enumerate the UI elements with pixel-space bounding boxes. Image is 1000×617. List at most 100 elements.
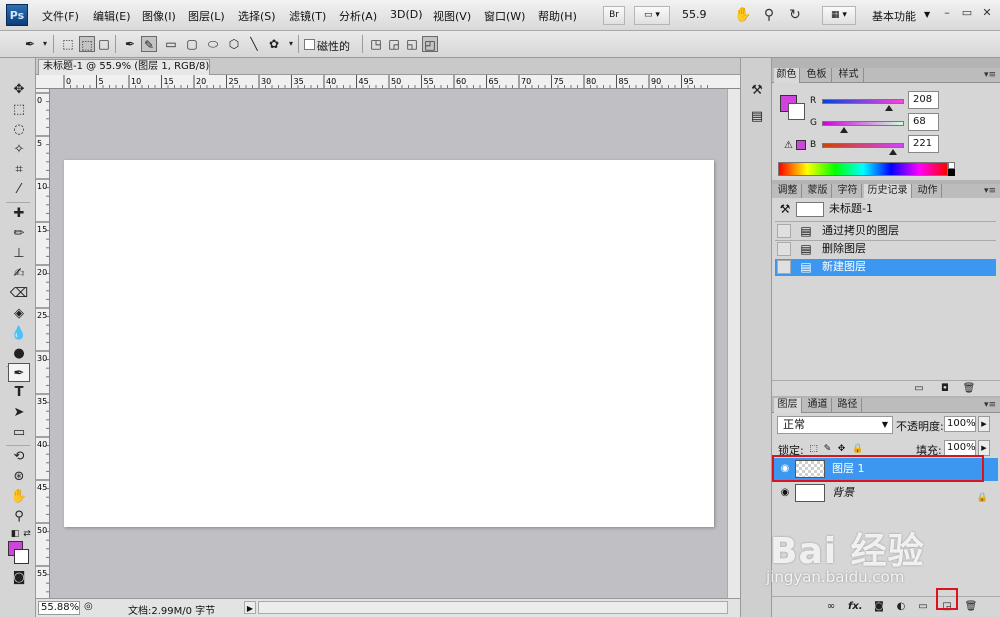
- type-tool-icon[interactable]: T: [8, 383, 30, 402]
- lasso-tool-icon[interactable]: ◌: [8, 120, 30, 139]
- menu-image[interactable]: 图像(I): [142, 8, 176, 24]
- tab-layers[interactable]: 图层: [774, 398, 802, 413]
- menu-select[interactable]: 选择(S): [238, 8, 276, 24]
- opacity-arrow-icon[interactable]: ▶: [978, 416, 990, 432]
- menu-3d[interactable]: 3D(D): [390, 8, 423, 21]
- color-spectrum-bar[interactable]: [778, 162, 948, 176]
- document-canvas[interactable]: [64, 160, 714, 527]
- tab-paths[interactable]: 路径: [834, 398, 862, 413]
- delete-state-icon[interactable]: 🗑: [962, 382, 976, 396]
- new-group-icon[interactable]: ▭: [916, 600, 930, 614]
- eye-icon[interactable]: ◉: [778, 486, 792, 500]
- menu-file[interactable]: 文件(F): [42, 8, 79, 24]
- blue-value-field[interactable]: 221: [908, 135, 939, 153]
- hand-tool-icon[interactable]: ✋: [734, 6, 752, 24]
- document-tab[interactable]: 未标题-1 @ 55.9% (图层 1, RGB/8) *: [38, 59, 210, 75]
- history-states-dock-icon[interactable]: ⚒: [748, 82, 766, 100]
- background-color-swatch[interactable]: [14, 549, 29, 564]
- fill-arrow-icon[interactable]: ▶: [978, 440, 990, 456]
- color-background-swatch[interactable]: [788, 103, 805, 120]
- blue-slider-track[interactable]: [822, 143, 904, 148]
- fill-pixels-icon[interactable]: □: [96, 36, 112, 52]
- magic-wand-tool-icon[interactable]: ✧: [8, 140, 30, 159]
- healing-brush-tool-icon[interactable]: ✚: [8, 204, 30, 223]
- panel-menu-icon[interactable]: ▾≡: [984, 400, 996, 410]
- bridge-button[interactable]: Br: [603, 6, 625, 25]
- red-value-field[interactable]: 208: [908, 91, 939, 109]
- subtract-path-area-icon[interactable]: ◲: [386, 36, 402, 52]
- ellipse-shape-icon[interactable]: ⬭: [205, 36, 221, 52]
- rectangle-tool-icon[interactable]: ▭: [8, 423, 30, 442]
- tab-history[interactable]: 历史记录: [864, 184, 912, 199]
- spectrum-white-swatch[interactable]: [948, 162, 955, 169]
- tab-swatches[interactable]: 色板: [802, 68, 832, 83]
- geometry-options-chevron-icon[interactable]: ▾: [283, 36, 299, 52]
- history-source-checkbox[interactable]: [777, 224, 791, 238]
- menu-edit[interactable]: 编辑(E): [93, 8, 131, 24]
- layer-style-icon[interactable]: fx.: [848, 600, 863, 614]
- snapshot-brush-icon[interactable]: ⚒: [778, 202, 792, 217]
- green-slider-track[interactable]: [822, 121, 904, 126]
- vertical-scrollbar[interactable]: [727, 89, 740, 598]
- freeform-pen-tool-icon[interactable]: ✒: [8, 363, 30, 382]
- menu-filter[interactable]: 滤镜(T): [289, 8, 326, 24]
- history-source-checkbox[interactable]: [777, 260, 791, 274]
- status-menu-arrow-icon[interactable]: ▶: [244, 601, 256, 614]
- rectangle-shape-icon[interactable]: ▭: [163, 36, 179, 52]
- workspace-chevron-icon[interactable]: ▼: [924, 10, 930, 19]
- exclude-path-area-icon[interactable]: ◰: [422, 36, 438, 52]
- crop-tool-icon[interactable]: ⌗: [8, 160, 30, 179]
- dodge-tool-icon[interactable]: ●: [8, 344, 30, 363]
- spectrum-black-swatch[interactable]: [948, 169, 955, 176]
- canvas-workspace[interactable]: [50, 89, 727, 598]
- eyedropper-tool-icon[interactable]: ⁄: [8, 180, 30, 199]
- delete-layer-icon[interactable]: 🗑: [964, 600, 978, 614]
- layer-row[interactable]: ◉ 背景 🔒: [774, 482, 998, 505]
- link-layers-icon[interactable]: ∞: [824, 600, 838, 614]
- paths-mode-icon[interactable]: ⬚: [79, 36, 95, 52]
- arrange-documents-icon[interactable]: ▦ ▾: [822, 6, 856, 25]
- red-slider-thumb[interactable]: [884, 105, 893, 111]
- red-slider-track[interactable]: [822, 99, 904, 104]
- history-state-row[interactable]: ▤ 删除图层: [775, 241, 996, 258]
- layer-name[interactable]: 背景: [832, 482, 854, 504]
- blend-mode-select[interactable]: 正常 ▼: [777, 416, 893, 434]
- custom-shape-icon[interactable]: ✿: [266, 36, 282, 52]
- horizontal-scrollbar[interactable]: [258, 601, 728, 614]
- opacity-input[interactable]: 100%: [944, 416, 976, 432]
- history-state-row-selected[interactable]: ▤ 新建图层: [775, 259, 996, 276]
- rounded-rectangle-icon[interactable]: ▢: [184, 36, 200, 52]
- workspace-switcher[interactable]: 基本功能: [872, 8, 916, 24]
- quick-mask-icon[interactable]: ◙: [8, 568, 30, 587]
- tab-character[interactable]: 字符: [834, 184, 862, 199]
- zoom-input[interactable]: 55.88%: [38, 601, 80, 615]
- close-icon[interactable]: ✕: [980, 6, 994, 20]
- screen-mode-icon[interactable]: ▭ ▾: [634, 6, 670, 25]
- clone-stamp-tool-icon[interactable]: ⊥: [8, 244, 30, 263]
- menu-window[interactable]: 窗口(W): [484, 8, 525, 24]
- lock-all-icon[interactable]: 🔒: [852, 443, 863, 455]
- preset-chevron-icon[interactable]: ▾: [37, 36, 53, 52]
- brush-tool-icon[interactable]: ✏: [8, 224, 30, 243]
- paint-bucket-tool-icon[interactable]: ◈: [8, 304, 30, 323]
- lock-image-icon[interactable]: ✎: [822, 443, 833, 455]
- new-snapshot-icon[interactable]: ◘: [938, 382, 952, 396]
- fill-input[interactable]: 100%: [944, 440, 976, 456]
- status-info-icon[interactable]: ◎: [84, 601, 93, 612]
- maximize-icon[interactable]: ▭: [960, 6, 974, 20]
- pen-tool-option-icon[interactable]: ✒: [122, 36, 138, 52]
- panel-menu-icon[interactable]: ▾≡: [984, 70, 996, 80]
- intersect-path-area-icon[interactable]: ◱: [404, 36, 420, 52]
- magnetic-checkbox[interactable]: [304, 39, 315, 50]
- polygon-shape-icon[interactable]: ⬡: [226, 36, 242, 52]
- blur-tool-icon[interactable]: 💧: [8, 324, 30, 343]
- adjustment-layer-icon[interactable]: ◐: [894, 600, 908, 614]
- shape-layers-icon[interactable]: ⬚: [60, 36, 76, 52]
- add-mask-icon[interactable]: ◙: [872, 600, 886, 614]
- menu-analysis[interactable]: 分析(A): [339, 8, 377, 24]
- tab-color[interactable]: 颜色: [774, 68, 800, 83]
- rotate-view-icon[interactable]: ↻: [786, 6, 804, 24]
- eraser-tool-icon[interactable]: ⌫: [8, 284, 30, 303]
- minimize-icon[interactable]: –: [940, 6, 954, 20]
- clone-source-dock-icon[interactable]: ▤: [748, 108, 766, 126]
